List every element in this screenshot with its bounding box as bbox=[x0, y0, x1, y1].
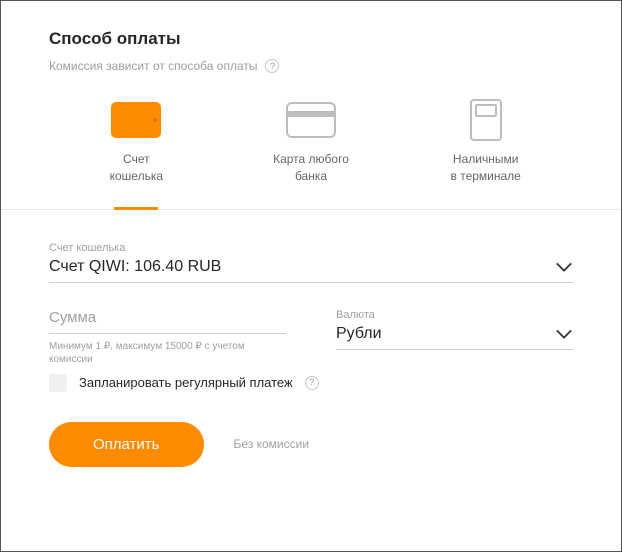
currency-label: Валюта bbox=[336, 309, 573, 321]
credit-card-icon bbox=[286, 99, 336, 141]
amount-input[interactable]: Сумма bbox=[49, 309, 286, 334]
method-wallet[interactable]: Счет кошелька bbox=[49, 99, 224, 209]
method-cash-label: Наличными в терминале bbox=[451, 151, 521, 185]
method-wallet-label: Счет кошелька bbox=[110, 151, 163, 185]
help-icon[interactable]: ? bbox=[305, 376, 319, 390]
method-cash[interactable]: Наличными в терминале bbox=[398, 99, 573, 209]
account-value: Счет QIWI: 106.40 RUB bbox=[49, 258, 221, 276]
account-label: Счет кошелька bbox=[49, 242, 573, 254]
amount-field: Сумма Минимум 1 ₽, максимум 15000 ₽ с уч… bbox=[49, 309, 286, 366]
recurring-checkbox[interactable] bbox=[49, 374, 67, 392]
recurring-row: Запланировать регулярный платеж ? bbox=[49, 374, 573, 392]
commission-subtitle: Комиссия зависит от способа оплаты bbox=[49, 59, 257, 73]
method-card[interactable]: Карта любого банка bbox=[224, 99, 399, 209]
help-icon[interactable]: ? bbox=[265, 59, 279, 73]
recurring-label: Запланировать регулярный платеж bbox=[79, 375, 293, 390]
chevron-down-icon bbox=[555, 328, 573, 340]
chevron-down-icon bbox=[555, 261, 573, 273]
amount-placeholder: Сумма bbox=[49, 309, 96, 326]
currency-select[interactable]: Рубли bbox=[336, 325, 573, 350]
page-title: Способ оплаты bbox=[49, 29, 573, 49]
account-select[interactable]: Счет QIWI: 106.40 RUB bbox=[49, 258, 573, 283]
commission-note: Без комиссии bbox=[234, 437, 310, 451]
payment-form: Счет кошелька Счет QIWI: 106.40 RUB Сумм… bbox=[49, 210, 573, 467]
account-field: Счет кошелька Счет QIWI: 106.40 RUB bbox=[49, 242, 573, 283]
payment-methods: Счет кошелька Карта любого банка bbox=[1, 99, 621, 210]
wallet-icon bbox=[111, 99, 161, 141]
pay-button[interactable]: Оплатить bbox=[49, 422, 204, 467]
subtitle-row: Комиссия зависит от способа оплаты ? bbox=[49, 59, 573, 73]
actions-row: Оплатить Без комиссии bbox=[49, 422, 573, 467]
method-card-label: Карта любого банка bbox=[273, 151, 349, 185]
amount-hint: Минимум 1 ₽, максимум 15000 ₽ с учетом к… bbox=[49, 340, 286, 366]
terminal-icon bbox=[470, 99, 502, 141]
currency-field: Валюта Рубли bbox=[336, 309, 573, 366]
currency-value: Рубли bbox=[336, 325, 382, 343]
